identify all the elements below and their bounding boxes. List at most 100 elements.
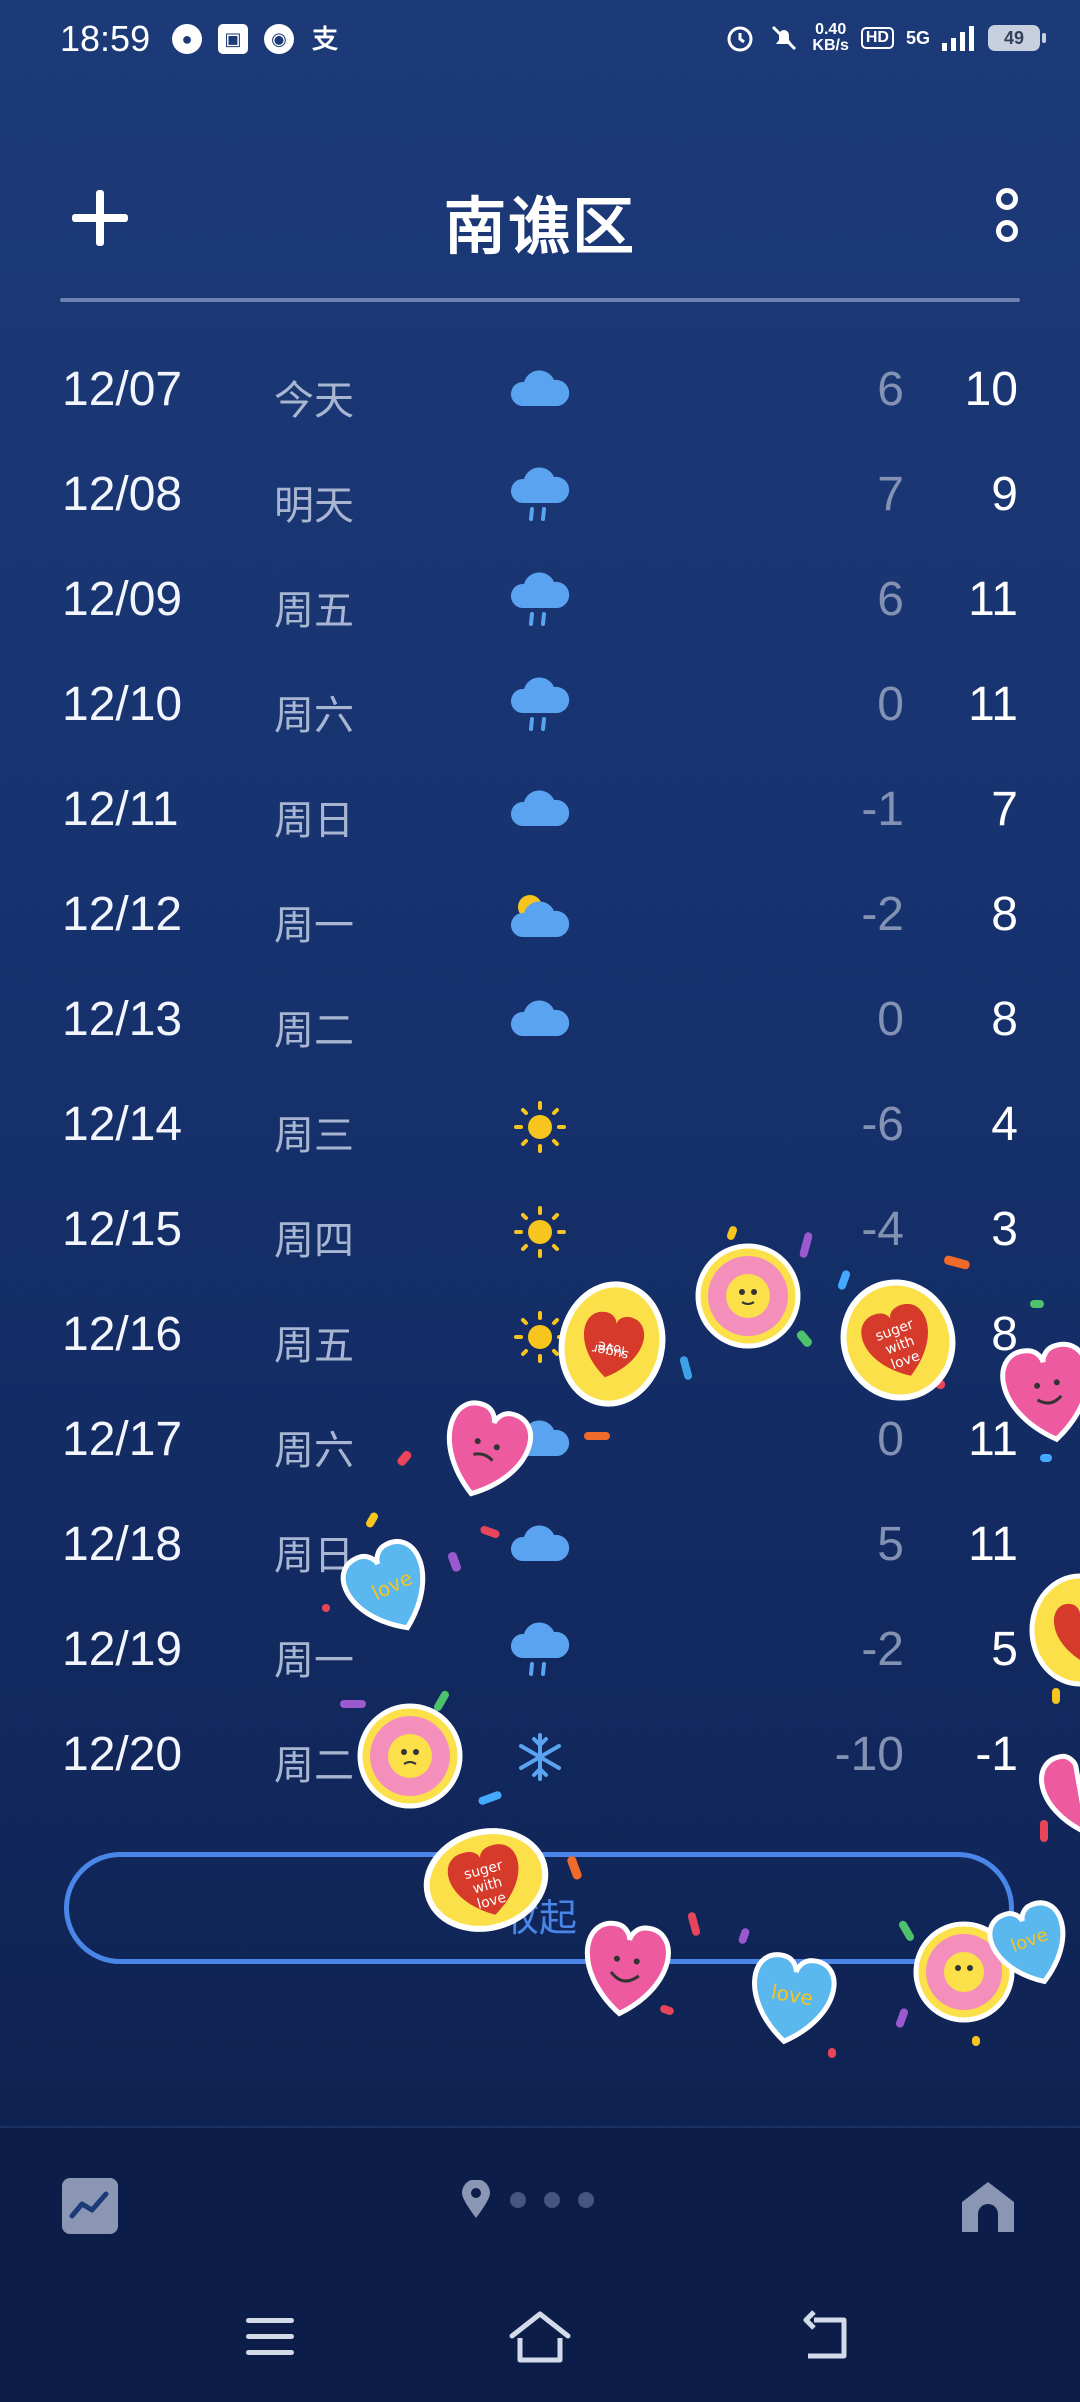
forecast-date: 12/14 [62,1098,183,1151]
forecast-date: 12/12 [62,888,183,941]
forecast-date: 12/15 [62,1203,183,1256]
forecast-row[interactable]: 12/10 周六 0 11 [0,655,1080,760]
forecast-high-temp: 8 [991,888,1018,941]
signal-icon [942,26,974,51]
sunny-weather-icon [508,1202,572,1262]
nav-home-icon[interactable] [508,2310,572,2366]
forecast-row[interactable]: 12/09 周五 6 11 [0,550,1080,655]
mute-icon [772,25,797,51]
forecast-low-temp: -4 [861,1203,904,1256]
page-title: 南谯区 [443,193,636,262]
forecast-high-temp: 11 [968,1518,1018,1571]
forecast-weekday: 周三 [274,1114,354,1158]
forecast-weekday: 今天 [274,379,354,423]
forecast-row[interactable]: 12/12 周一 -2 8 [0,865,1080,970]
forecast-low-temp: 7 [877,468,904,521]
forecast-row[interactable]: 12/14 周三 -6 4 [0,1075,1080,1180]
forecast-date: 12/13 [62,993,183,1046]
forecast-low-temp: -6 [861,1098,904,1151]
forecast-high-temp: 11 [968,1413,1018,1466]
forecast-low-temp: 5 [877,1518,904,1571]
home-weather-button[interactable] [958,2176,1018,2236]
hd-badge: HD [860,27,894,49]
forecast-weekday: 周五 [274,1324,354,1368]
forecast-weekday: 周四 [274,1219,354,1263]
location-pin-icon [462,2180,490,2218]
alarm-icon [727,26,753,52]
snow-weather-icon [508,1727,572,1787]
network-speed-unit: KB/s [812,37,849,54]
forecast-row[interactable]: 12/19 周一 -2 5 [0,1600,1080,1705]
forecast-list[interactable]: 12/07 今天 6 10 12/08 明天 7 9 12/09 周五 6 11 12/10 周六 0 11 1… [0,340,1080,1810]
menu-button[interactable] [246,2318,294,2358]
notification-icons: ● ▣ ◉ 支 [172,24,340,54]
system-nav-bar [0,2288,1080,2388]
collapse-label: 收起 [500,1898,577,1940]
forecast-high-temp: 5 [991,1623,1018,1676]
forecast-high-temp: 10 [964,363,1018,416]
forecast-low-temp: 0 [877,993,904,1046]
forecast-weekday: 周五 [274,589,354,633]
forecast-row[interactable]: 12/08 明天 7 9 [0,445,1080,550]
page-dot[interactable] [510,2192,526,2208]
forecast-low-temp: 6 [877,363,904,416]
forecast-low-temp: -2 [861,1623,904,1676]
forecast-low-temp: -2 [861,888,904,941]
forecast-high-temp: 4 [991,1098,1018,1151]
rain-weather-icon [508,467,572,527]
back-icon[interactable] [798,2310,852,2364]
forecast-weekday: 周一 [274,904,354,948]
collapse-button[interactable]: 收起 [64,1852,1014,1964]
forecast-weekday: 明天 [274,484,354,528]
svg-text:love: love [769,1980,814,2011]
trend-chart-icon [69,2191,109,2219]
network-speed: 0.40 KB/s [812,22,848,54]
forecast-weekday: 周六 [274,694,354,738]
page-dot[interactable] [578,2192,594,2208]
forecast-date: 12/19 [62,1623,183,1676]
forecast-low-temp: 0 [877,1413,904,1466]
status-bar: 18:59 ● ▣ ◉ 支 0.40 KB/s HD 5G 49 [0,0,1080,80]
cloudy-weather-icon [508,1412,572,1472]
sunny-weather-icon [508,1307,572,1367]
news-app-icon: ▣ [218,24,248,54]
divider [60,298,1020,302]
forecast-row[interactable]: 12/07 今天 6 10 [0,340,1080,445]
forecast-row[interactable]: 12/15 周四 -4 3 [0,1180,1080,1285]
rain-weather-icon [508,677,572,737]
status-right: 0.40 KB/s HD 5G 49 [724,22,1046,54]
forecast-row[interactable]: 12/17 周六 0 11 [0,1390,1080,1495]
forecast-row[interactable]: 12/18 周日 5 11 [0,1495,1080,1600]
cloudy-weather-icon [508,992,572,1052]
forecast-low-temp: -1 [861,783,904,836]
rain-weather-icon [508,572,572,632]
forecast-weekday: 周日 [274,1534,354,1578]
forecast-row[interactable]: 12/20 周二 -10 -1 [0,1705,1080,1810]
more-options-button[interactable] [980,182,1040,252]
sticker-blue-love-heart-bottom: love [752,1952,837,2045]
forecast-date: 12/10 [62,678,183,731]
forecast-high-temp: 7 [991,783,1018,836]
forecast-high-temp: -1 [975,1728,1018,1781]
cloudy-weather-icon [508,782,572,842]
home-icon [962,2182,1014,2232]
page-indicator [460,2180,594,2220]
page-dot[interactable] [544,2192,560,2208]
forecast-high-temp: 11 [968,678,1018,731]
forecast-date: 12/07 [62,363,183,416]
map-app-icon: ◉ [264,24,294,54]
trend-chart-button[interactable] [62,2178,118,2234]
forecast-date: 12/17 [62,1413,183,1466]
forecast-weekday: 周二 [274,1744,354,1788]
forecast-low-temp: 6 [877,573,904,626]
forecast-row[interactable]: 12/16 周五 8 [0,1285,1080,1390]
forecast-high-temp: 9 [991,468,1018,521]
sunny-weather-icon [508,1097,572,1157]
weather-app-icon: ● [172,24,202,54]
forecast-date: 12/11 [62,783,179,836]
5g-label: 5G [905,27,930,48]
forecast-date: 12/16 [62,1308,183,1361]
forecast-row[interactable]: 12/11 周日 -1 7 [0,760,1080,865]
partly-cloudy-weather-icon [508,887,572,947]
forecast-row[interactable]: 12/13 周二 0 8 [0,970,1080,1075]
